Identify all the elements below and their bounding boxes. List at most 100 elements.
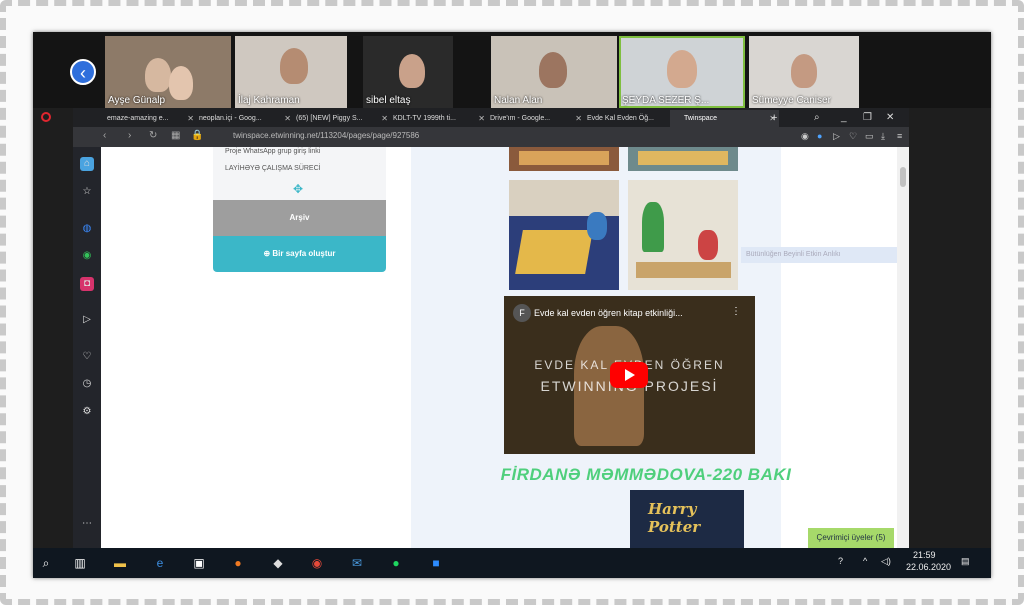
tab-label: neoplan.içi - Goog... [199,115,262,122]
panel-link[interactable]: LAYİHƏYƏ ÇALIŞMA SÜRECİ [225,165,321,172]
volume-icon[interactable]: ◁) [881,556,891,567]
tab-bar: emaze-amazing e... ✕ neoplan.içi - Goog..… [73,108,909,127]
online-members-button[interactable]: Çevrimiçi üyeler (5) [808,528,894,548]
tab-label: Evde Kal Evden Öğ... [587,115,654,122]
browser-tab[interactable]: (65) [NEW] Piggy S... ✕ [282,110,391,127]
participant-name: Ayşe Günalp [108,95,166,106]
browser-tab[interactable]: Drive'ım - Google... ✕ [476,110,585,127]
participant-name: sibel eltaş [366,95,411,106]
mail-icon[interactable]: ✉ [348,554,366,572]
camera-icon[interactable]: ◉ [801,131,809,142]
send-icon[interactable]: ▷ [833,131,840,142]
participant-strip: ‹ Ayşe Günalp İlaj Kahraman sibel eltaş … [33,32,991,108]
photo[interactable] [509,180,619,290]
home-icon[interactable]: ☆ [80,185,94,199]
youtube-video[interactable]: F Evde kal evden öğren kitap etkinliği..… [504,296,755,454]
settings-icon[interactable]: ⚙ [80,405,94,419]
panel-link[interactable]: Proje WhatsApp grup giriş linki [225,148,320,155]
wallet-icon[interactable]: ▭ [865,131,874,142]
participant-tile[interactable]: İlaj Kahraman [235,36,347,108]
help-icon[interactable]: ? [838,556,843,566]
back-arrow-icon[interactable]: ‹ [70,59,96,85]
section-heading: FİRDANƏ MƏMMƏDOVA-220 BAKI [500,465,792,484]
more-icon[interactable]: ⋯ [80,517,94,531]
whatsapp-icon[interactable]: ◉ [80,249,94,263]
browser-tab[interactable]: Evde Kal Evden Öğ...✕ [573,110,682,127]
photo[interactable] [628,180,738,290]
participant-tile-active[interactable]: ŞEYDA SEZER Ş... [619,36,745,108]
participant-name: ŞEYDA SEZER Ş... [622,95,710,106]
spotify-icon[interactable]: ● [387,554,405,572]
participant-name: Sümeyye Caniser [752,95,831,106]
tab-label: KDLT-TV 1999th ti... [393,115,456,122]
new-tab-button[interactable]: + [769,110,785,127]
task-view-icon[interactable]: ▥ [71,554,89,572]
search-icon[interactable]: ⌕ [37,554,55,572]
messenger-icon[interactable]: ◍ [80,222,94,236]
browser-tab[interactable]: neoplan.içi - Goog... ✕ [185,110,294,127]
scrollbar[interactable] [897,147,909,548]
zoom-icon[interactable]: ■ [427,554,445,572]
book-cover-image[interactable]: Harry Potter [630,490,744,548]
reload-icon[interactable]: ↻ [149,130,157,141]
instagram-icon[interactable]: ◘ [80,277,94,291]
restore-icon[interactable]: ❐ [863,108,872,127]
firefox-icon[interactable]: ● [229,554,247,572]
participant-name: İlaj Kahraman [238,95,300,106]
clock-date[interactable]: 22.06.2020 [906,562,951,572]
store-icon[interactable]: ▣ [190,554,208,572]
scrollbar-thumb[interactable] [900,167,906,187]
browser-tab-active[interactable]: Twinspace ✕ [670,110,779,127]
participant-tile[interactable]: Ayşe Günalp [105,36,231,108]
lock-icon: 🔒 [191,130,204,141]
screen: ‹ Ayşe Günalp İlaj Kahraman sibel eltaş … [33,32,991,578]
channel-avatar[interactable]: F [513,304,531,322]
create-page-button[interactable]: ⊕ Bir sayfa oluştur [213,236,386,272]
tooltip: Bütünlüğen Beyinli Etkin Anlıkı [741,247,897,263]
move-icon[interactable]: ✥ [293,182,303,196]
paint-icon[interactable]: ◆ [269,554,287,572]
browser-tab[interactable]: KDLT-TV 1999th ti... ✕ [379,110,488,127]
heart-icon[interactable]: ♡ [849,131,857,142]
minimize-icon[interactable]: _ [841,108,847,127]
participant-name: Nalan Alan [494,95,543,106]
tab-label: (65) [NEW] Piggy S... [296,115,363,122]
participant-tile[interactable]: sibel eltaş [363,36,453,108]
speed-dial-icon[interactable]: ⌂ [80,157,94,171]
grid-icon[interactable]: ▦ [171,130,180,141]
menu-icon[interactable]: ≡ [897,131,902,141]
tab-label: Twinspace [684,115,718,122]
archive-button[interactable]: Arşiv [213,200,386,236]
photo[interactable] [628,147,738,171]
clock-time[interactable]: 21:59 [913,550,936,560]
browser-tab[interactable]: emaze-amazing e... ✕ [93,110,197,127]
url-field[interactable]: twinspace.etwinning.net/113204/pages/pag… [233,131,419,140]
close-window-icon[interactable]: ✕ [886,108,894,127]
photo[interactable] [509,147,619,171]
more-options-icon[interactable]: ⋮ [731,306,741,317]
participant-tile[interactable]: Sümeyye Caniser [749,36,859,108]
address-bar: ‹ › ↻ ▦ 🔒 twinspace.etwinning.net/113204… [73,127,909,147]
flow-icon[interactable]: ▷ [80,313,94,327]
search-icon[interactable]: ⌕ [814,108,820,127]
youtube-play-icon[interactable] [610,362,648,388]
history-icon[interactable]: ◷ [80,377,94,391]
page-content: Proje WhatsApp grup giriş linki LAYİHƏYƏ… [101,147,897,548]
tab-label: Drive'ım - Google... [490,115,551,122]
windows-taskbar: ⌕ ▥ ▬ e ▣ ● ◆ ◉ ✉ ● ■ ? ^ ◁) 21:59 22.06… [33,548,991,578]
edge-icon[interactable]: e [151,554,169,572]
shield-icon[interactable]: ● [817,131,822,141]
forward-icon[interactable]: › [128,130,131,141]
back-icon[interactable]: ‹ [103,130,106,141]
participant-tile[interactable]: Nalan Alan [491,36,617,108]
heart-icon[interactable]: ♡ [80,350,94,364]
book-title: Harry Potter [648,500,701,536]
file-explorer-icon[interactable]: ▬ [111,554,129,572]
download-icon[interactable]: ⤓ [881,131,885,142]
tab-label: emaze-amazing e... [107,115,169,122]
chrome-icon[interactable]: ◉ [308,554,326,572]
chevron-up-icon[interactable]: ^ [863,556,867,566]
opera-logo-icon[interactable] [41,112,51,122]
notifications-icon[interactable]: ▤ [961,556,970,567]
video-title[interactable]: Evde kal evden öğren kitap etkinliği... [534,308,683,318]
